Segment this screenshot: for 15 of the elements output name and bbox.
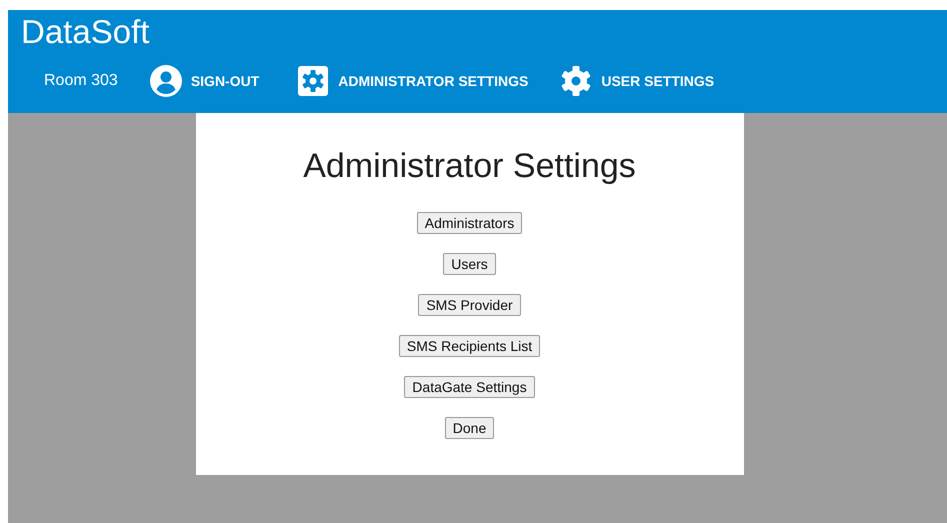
- nav-link[interactable]: SIGN-OUT: [150, 65, 260, 97]
- settings-button[interactable]: SMS Recipients List: [398, 335, 540, 357]
- nav-link[interactable]: USER SETTINGS: [560, 65, 714, 97]
- gear-icon: [560, 65, 592, 97]
- user-avatar-icon: [150, 65, 182, 97]
- settings-button[interactable]: Users: [443, 253, 496, 275]
- settings-button[interactable]: Administrators: [416, 212, 522, 234]
- settings-button[interactable]: Done: [444, 417, 494, 439]
- page-title: Administrator Settings: [303, 147, 636, 186]
- gear-icon: [297, 65, 330, 97]
- settings-button[interactable]: SMS Provider: [418, 294, 521, 316]
- nav-link[interactable]: ADMINISTRATOR SETTINGS: [297, 65, 528, 97]
- room-label: Room 303: [44, 72, 118, 90]
- app-title: DataSoft: [21, 12, 150, 52]
- settings-button[interactable]: DataGate Settings: [404, 376, 535, 398]
